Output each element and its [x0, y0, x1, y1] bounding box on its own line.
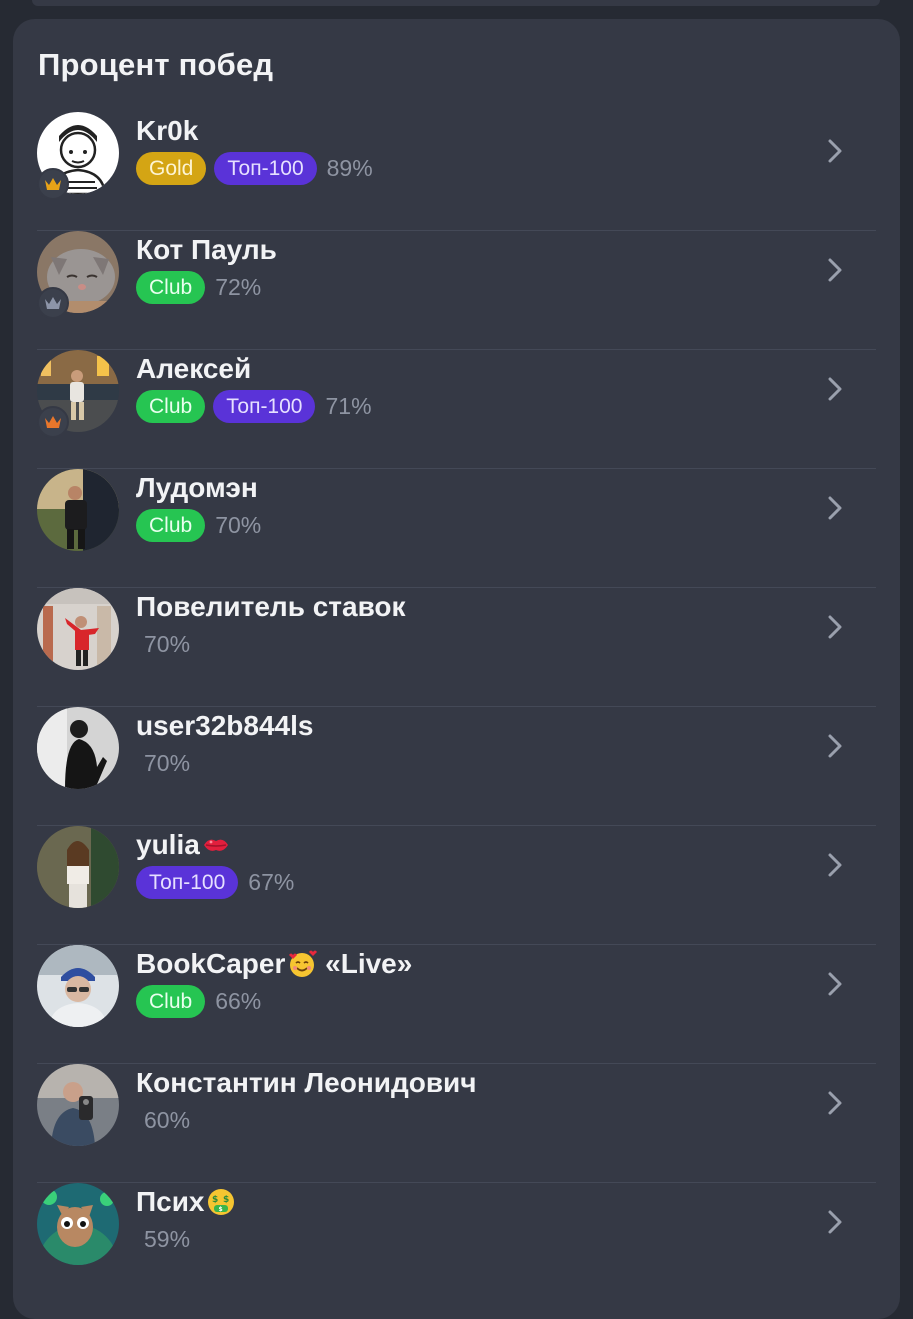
player-name: Kr0k [136, 115, 198, 147]
player-meta: 70% [136, 746, 190, 780]
win-rate-list: Kr0k Gold Топ-100 89% Кот Пауль Club 72% Алексе… [13, 112, 900, 1302]
win-percent: 70% [144, 749, 191, 776]
win-percent: 70% [215, 511, 262, 538]
status-badge: Club [136, 984, 206, 1018]
chevron-right-icon[interactable] [826, 970, 844, 998]
player-name: Лудомэн [136, 472, 258, 504]
svg-text:$: $ [223, 1195, 229, 1205]
avatar [37, 826, 119, 908]
win-percent: 67% [248, 868, 295, 895]
chevron-right-icon[interactable] [826, 137, 844, 165]
avatar [37, 1183, 119, 1265]
card-title: Процент побед [38, 47, 274, 82]
win-percent: 66% [215, 987, 262, 1014]
svg-text:$: $ [219, 1206, 223, 1213]
chevron-right-icon[interactable] [826, 375, 844, 403]
player-name-text: Алексей [136, 353, 252, 384]
avatar [37, 1064, 119, 1146]
avatar [37, 945, 119, 1027]
status-badge: Club [136, 270, 206, 304]
player-name-text: Повелитель ставок [136, 591, 406, 622]
svg-text:$: $ [212, 1195, 218, 1205]
smiling-face-with-hearts-icon [287, 949, 318, 979]
player-name-text: Кот Пауль [136, 234, 277, 265]
player-name-text: BookCaper [136, 948, 286, 979]
player-name: BookCaper «Live» [136, 948, 412, 980]
crown-icon [37, 406, 69, 438]
player-meta: Club 66% [136, 984, 261, 1018]
chevron-right-icon[interactable] [826, 851, 844, 879]
player-name: user32b844ls [136, 710, 313, 742]
status-badge: Топ-100 [136, 865, 239, 899]
list-item[interactable]: BookCaper «Live» Club 66% [13, 945, 900, 1064]
chevron-right-icon[interactable] [826, 1089, 844, 1117]
player-name-text: Лудомэн [136, 472, 258, 503]
win-percent: 70% [144, 630, 191, 657]
status-badge: Топ-100 [214, 151, 317, 185]
list-item[interactable]: Алексей Club Топ-100 71% [13, 350, 900, 469]
win-percent: 60% [144, 1106, 191, 1133]
player-meta: Gold Топ-100 89% [136, 151, 373, 185]
player-meta: Топ-100 67% [136, 865, 294, 899]
previous-card-edge [32, 0, 880, 6]
player-meta: 59% [136, 1222, 190, 1256]
status-badge: Gold [136, 151, 207, 185]
player-meta: 60% [136, 1103, 190, 1137]
list-item[interactable]: Псих $ $ $59% [13, 1183, 900, 1302]
avatar [37, 707, 119, 789]
kiss-mark-icon [202, 833, 230, 857]
list-item[interactable]: yulia Топ-100 67% [13, 826, 900, 945]
status-badge: Топ-100 [213, 389, 316, 423]
list-item[interactable]: Повелитель ставок 70% [13, 588, 900, 707]
list-item[interactable]: Кот Пауль Club 72% [13, 231, 900, 350]
player-name-text: user32b844ls [136, 710, 314, 741]
list-item[interactable]: Константин Леонидович 60% [13, 1064, 900, 1183]
player-meta: Club 70% [136, 508, 261, 542]
player-name: Константин Леонидович [136, 1067, 477, 1099]
win-percent: 89% [326, 154, 373, 181]
player-name: Повелитель ставок [136, 591, 406, 623]
player-meta: 70% [136, 627, 190, 661]
win-percent: 72% [215, 273, 262, 300]
win-percent: 71% [325, 392, 372, 419]
win-percent: 59% [144, 1225, 191, 1252]
list-item[interactable]: user32b844ls 70% [13, 707, 900, 826]
chevron-right-icon[interactable] [826, 256, 844, 284]
crown-icon [37, 287, 69, 319]
list-item[interactable]: Kr0k Gold Топ-100 89% [13, 112, 900, 231]
crown-icon [37, 168, 69, 200]
player-meta: Club 72% [136, 270, 261, 304]
player-name-text: Константин Леонидович [136, 1067, 477, 1098]
player-name-suffix: «Live» [317, 948, 413, 979]
money-mouth-face-icon: $ $ $ [206, 1187, 236, 1217]
player-name-text: yulia [136, 829, 200, 860]
avatar [37, 588, 119, 670]
chevron-right-icon[interactable] [826, 1208, 844, 1236]
player-name-text: Псих [136, 1186, 205, 1217]
player-name: Псих $ $ $ [136, 1186, 236, 1218]
player-name-text: Kr0k [136, 115, 199, 146]
status-badge: Club [136, 508, 206, 542]
status-badge: Club [136, 389, 206, 423]
player-meta: Club Топ-100 71% [136, 389, 372, 423]
win-rate-card: Процент побед Kr0k Gold Топ-100 89% Кот Паул… [13, 19, 900, 1319]
player-name: Алексей [136, 353, 251, 385]
avatar [37, 469, 119, 551]
chevron-right-icon[interactable] [826, 494, 844, 522]
chevron-right-icon[interactable] [826, 732, 844, 760]
player-name: yulia [136, 829, 230, 861]
list-item[interactable]: Лудомэн Club 70% [13, 469, 900, 588]
player-name: Кот Пауль [136, 234, 277, 266]
chevron-right-icon[interactable] [826, 613, 844, 641]
